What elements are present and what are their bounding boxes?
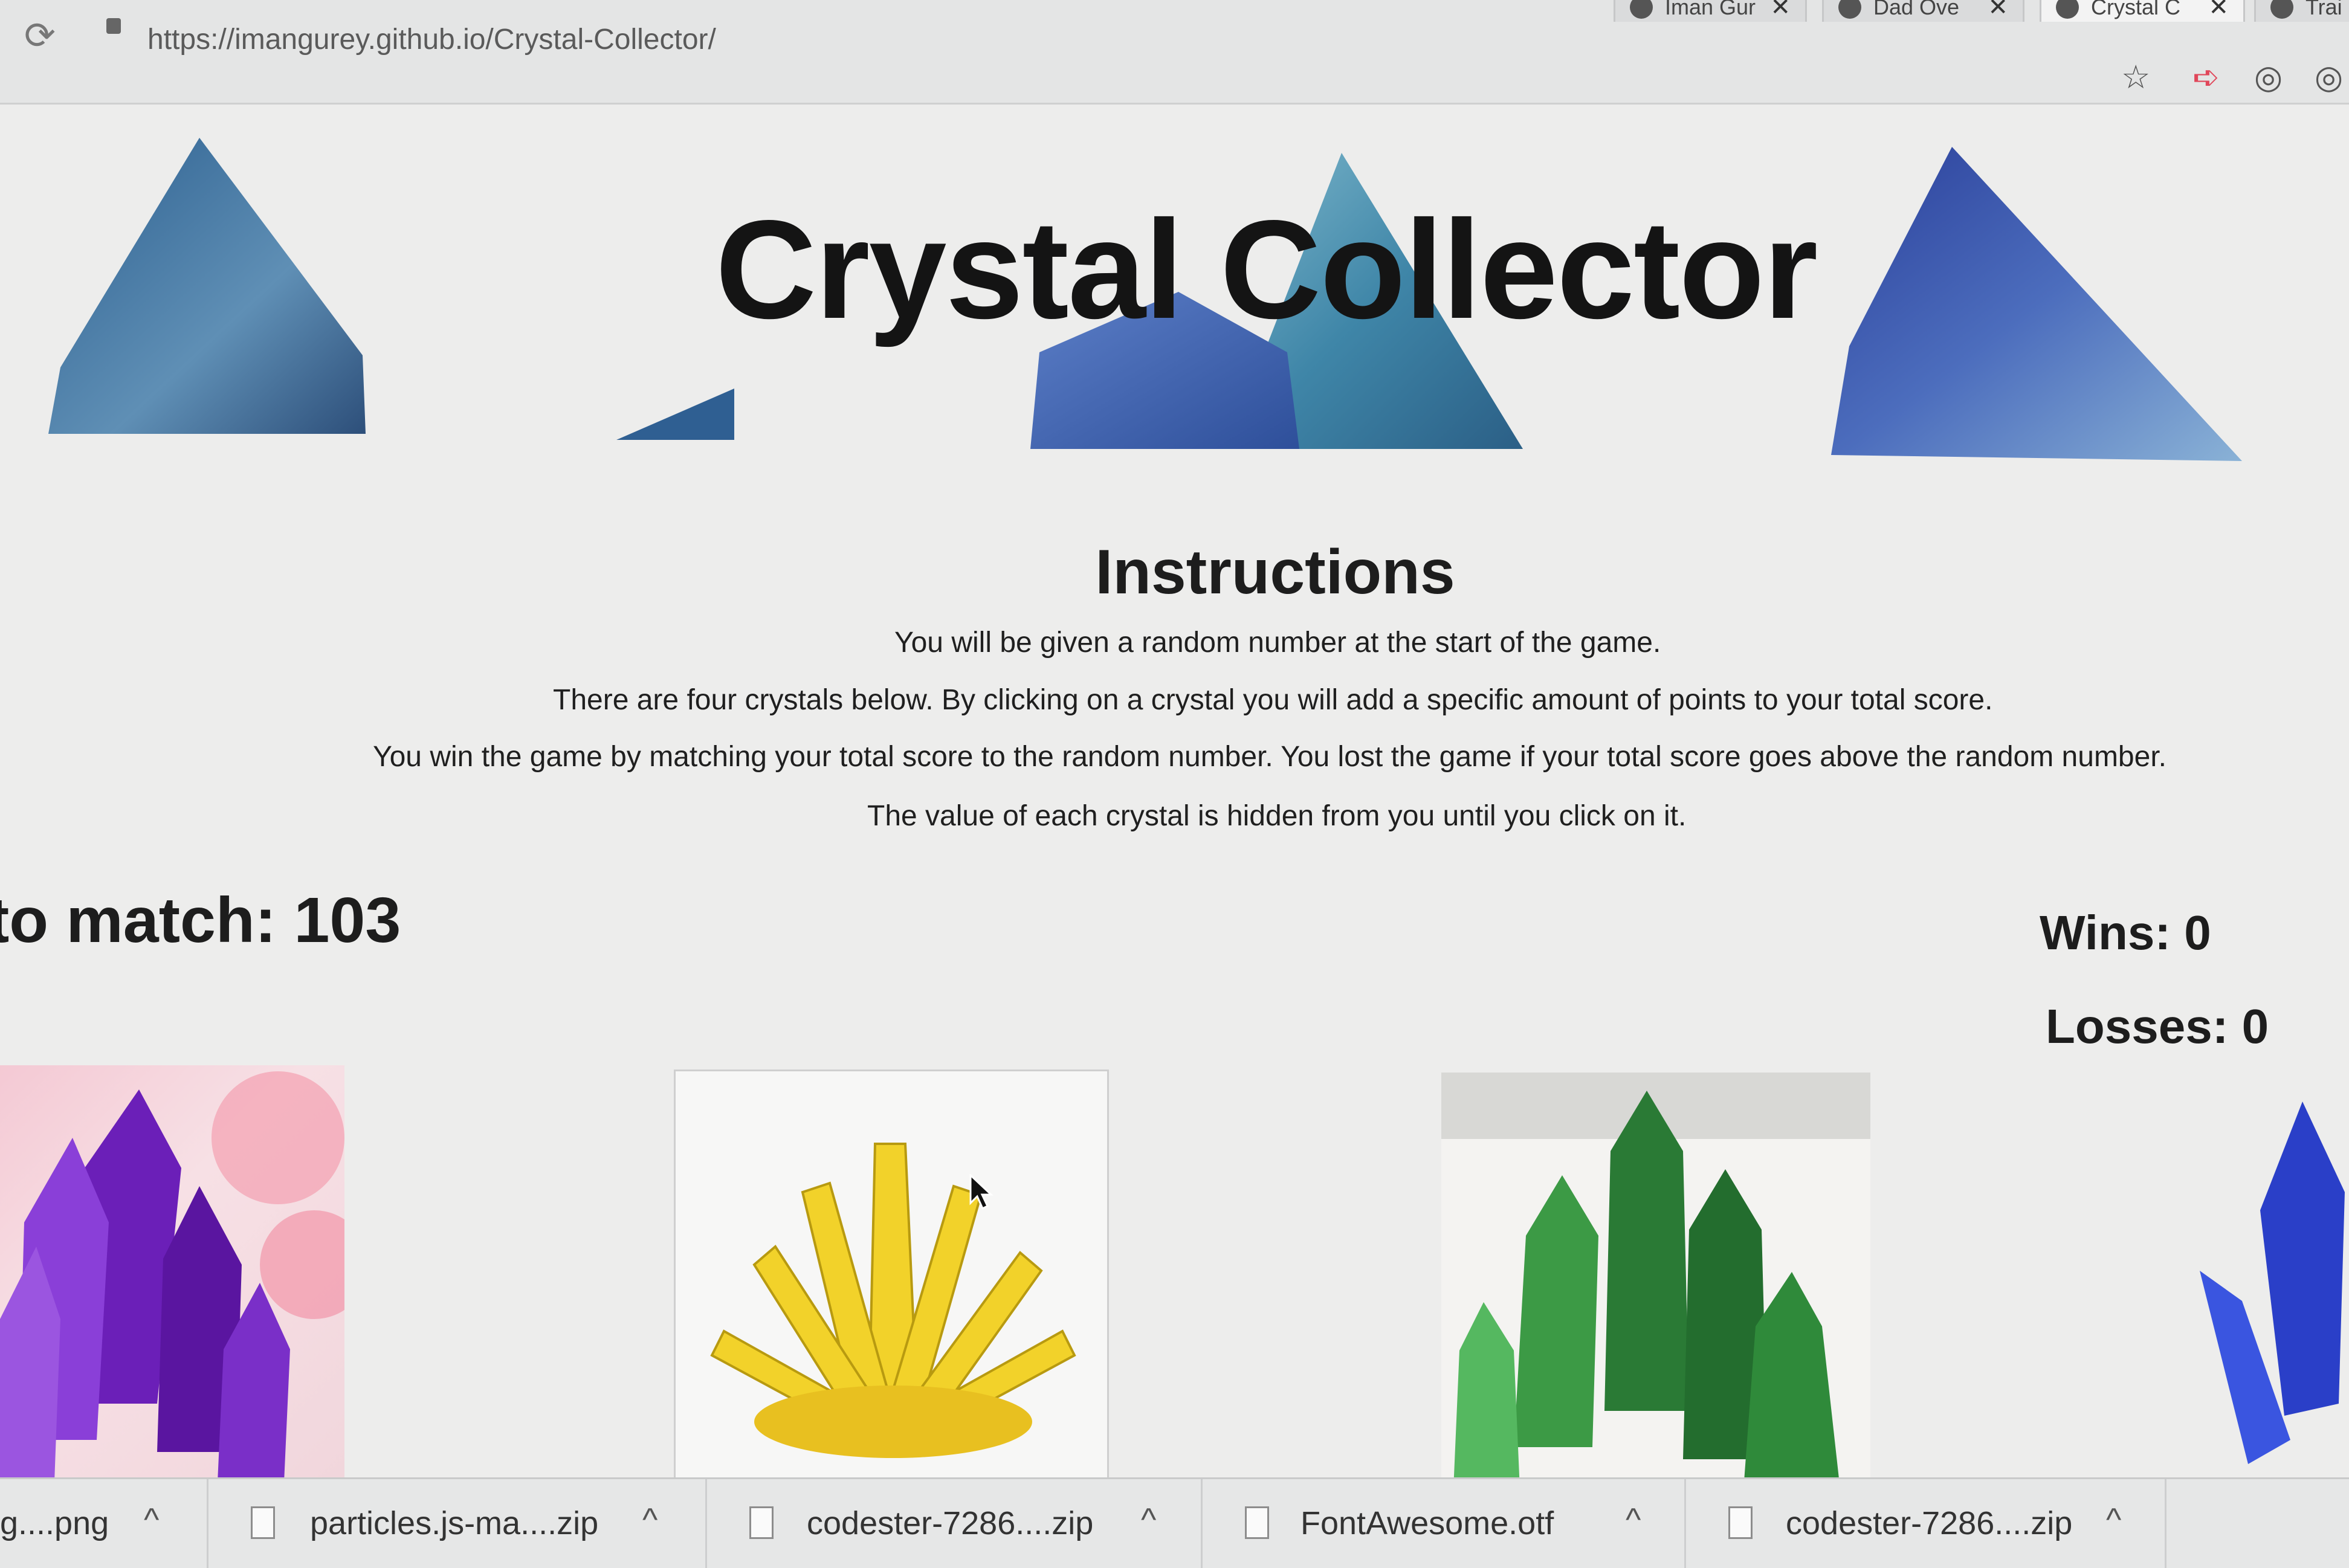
instructions-heading: Instructions bbox=[1095, 537, 1455, 607]
download-item[interactable]: FontAwesome.otf ^ bbox=[1203, 1479, 1686, 1568]
tab-crystal[interactable]: Crystal C ✕ bbox=[2040, 0, 2245, 22]
address-bar[interactable]: https://imangurey.github.io/Crystal-Coll… bbox=[147, 23, 716, 56]
extension-icon[interactable]: ◎ bbox=[2315, 58, 2343, 96]
instruction-line: You will be given a random number at the… bbox=[894, 627, 1661, 659]
reload-icon[interactable]: ⟳ bbox=[24, 13, 56, 57]
chevron-up-icon[interactable]: ^ bbox=[1626, 1501, 1641, 1538]
app-icon bbox=[1838, 0, 1861, 19]
green-crystal-button[interactable] bbox=[1441, 1073, 1870, 1477]
page-title: Crystal Collector bbox=[715, 192, 1818, 348]
green-crystal-image bbox=[1441, 1073, 1870, 1477]
blue-triangle-decoration bbox=[1831, 147, 2242, 461]
blue-crystal-image bbox=[2200, 1102, 2345, 1464]
download-item[interactable]: g....png ^ bbox=[0, 1479, 208, 1568]
download-item[interactable]: particles.js-ma....zip ^ bbox=[208, 1479, 707, 1568]
losses-counter: Losses: 0 bbox=[2046, 999, 2269, 1053]
instruction-line: You win the game by matching your total … bbox=[373, 741, 2166, 773]
yellow-crystal-button[interactable] bbox=[674, 1070, 1109, 1477]
wins-counter: Wins: 0 bbox=[2040, 906, 2211, 960]
download-item[interactable]: codester-7286....zip ^ bbox=[707, 1479, 1203, 1568]
browser-chrome: Iman Gur ✕ Dad Ove ✕ Crystal C ✕ Trai ⟳ … bbox=[0, 0, 2349, 105]
blue-crystal-button[interactable] bbox=[2188, 1102, 2349, 1476]
download-filename: particles.js-ma....zip bbox=[310, 1505, 599, 1541]
tab-iman[interactable]: Iman Gur ✕ bbox=[1614, 0, 1807, 22]
close-icon[interactable]: ✕ bbox=[1988, 0, 2008, 21]
tab-label: Trai bbox=[2305, 0, 2342, 19]
globe-icon bbox=[2270, 0, 2293, 19]
extension-icon[interactable]: ◎ bbox=[2254, 58, 2283, 96]
instruction-line: The value of each crystal is hidden from… bbox=[867, 800, 1687, 832]
chevron-up-icon[interactable]: ^ bbox=[2106, 1501, 2121, 1538]
close-icon[interactable]: ✕ bbox=[2208, 0, 2229, 21]
mouse-pointer-icon bbox=[969, 1174, 994, 1210]
chevron-up-icon[interactable]: ^ bbox=[642, 1501, 658, 1538]
blue-triangle-decoration bbox=[616, 389, 734, 440]
chevron-up-icon[interactable]: ^ bbox=[144, 1501, 159, 1538]
download-filename: codester-7286....zip bbox=[807, 1505, 1094, 1541]
download-filename: FontAwesome.otf bbox=[1301, 1505, 1554, 1541]
tab-trai[interactable]: Trai bbox=[2254, 0, 2349, 22]
close-icon[interactable]: ✕ bbox=[1770, 0, 1791, 21]
tab-label: Crystal C bbox=[2091, 0, 2181, 19]
globe-icon bbox=[1630, 0, 1653, 19]
file-icon bbox=[251, 1506, 275, 1539]
globe-icon bbox=[2056, 0, 2079, 19]
tab-strip: Iman Gur ✕ Dad Ove ✕ Crystal C ✕ Trai bbox=[0, 0, 2349, 24]
blue-triangle-decoration bbox=[48, 138, 366, 434]
target-number: to match: 103 bbox=[0, 885, 401, 956]
purple-crystal-image bbox=[0, 1071, 344, 1477]
star-icon[interactable]: ☆ bbox=[2121, 58, 2150, 96]
tab-dad[interactable]: Dad Ove ✕ bbox=[1822, 0, 2024, 22]
yellow-crystal-image bbox=[710, 1143, 1076, 1458]
file-icon bbox=[1728, 1506, 1753, 1539]
download-item[interactable]: codester-7286....zip ^ bbox=[1686, 1479, 2166, 1568]
download-filename: g....png bbox=[0, 1505, 109, 1541]
chevron-up-icon[interactable]: ^ bbox=[1141, 1501, 1156, 1538]
tab-label: Dad Ove bbox=[1873, 0, 1960, 19]
file-icon bbox=[1245, 1506, 1269, 1539]
page-content: Crystal Collector Instructions You will … bbox=[0, 105, 2349, 1477]
instruction-line: There are four crystals below. By clicki… bbox=[553, 684, 1993, 716]
downloads-bar: g....png ^ particles.js-ma....zip ^ code… bbox=[0, 1477, 2349, 1568]
lock-icon bbox=[106, 18, 121, 34]
download-filename: codester-7286....zip bbox=[1786, 1505, 2073, 1541]
extension-icon[interactable]: ➪ bbox=[2192, 58, 2220, 96]
purple-crystal-button[interactable] bbox=[0, 1065, 344, 1477]
tab-label: Iman Gur bbox=[1665, 0, 1756, 19]
file-icon bbox=[749, 1506, 774, 1539]
